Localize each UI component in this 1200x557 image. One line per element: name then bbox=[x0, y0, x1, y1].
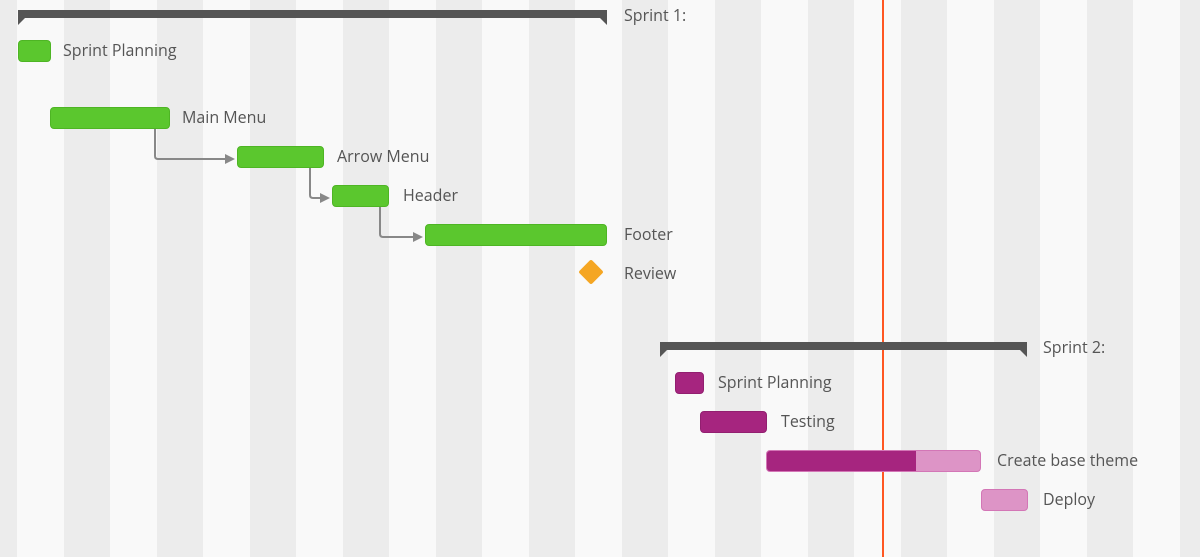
group-label-sprint2: Sprint 2: bbox=[1043, 336, 1105, 358]
group-label-sprint1: Sprint 1: bbox=[624, 4, 686, 26]
task-create-base-theme[interactable] bbox=[766, 450, 981, 472]
task-label: Sprint Planning bbox=[63, 39, 177, 61]
task-label: Sprint Planning bbox=[718, 371, 832, 393]
task-main-menu[interactable] bbox=[50, 107, 170, 129]
task-label: Header bbox=[403, 184, 458, 206]
task-label: Testing bbox=[781, 410, 835, 432]
task-label: Main Menu bbox=[182, 106, 266, 128]
group-bar-sprint1[interactable] bbox=[18, 10, 607, 18]
task-sprint-planning-1[interactable] bbox=[18, 40, 51, 62]
task-deploy[interactable] bbox=[981, 489, 1028, 511]
task-footer[interactable] bbox=[425, 224, 607, 246]
today-line bbox=[882, 0, 884, 557]
task-arrow-menu[interactable] bbox=[237, 146, 324, 168]
group-bar-sprint2[interactable] bbox=[660, 342, 1027, 350]
task-header[interactable] bbox=[332, 185, 389, 207]
task-label: Create base theme bbox=[997, 449, 1138, 471]
task-label: Deploy bbox=[1043, 488, 1095, 510]
task-sprint-planning-2[interactable] bbox=[675, 372, 704, 394]
gantt-chart[interactable]: Sprint 1: Sprint Planning Main Menu Arro… bbox=[0, 0, 1200, 557]
task-label: Footer bbox=[624, 223, 673, 245]
task-testing[interactable] bbox=[700, 411, 767, 433]
task-label: Arrow Menu bbox=[337, 145, 429, 167]
milestone-label: Review bbox=[624, 262, 676, 284]
